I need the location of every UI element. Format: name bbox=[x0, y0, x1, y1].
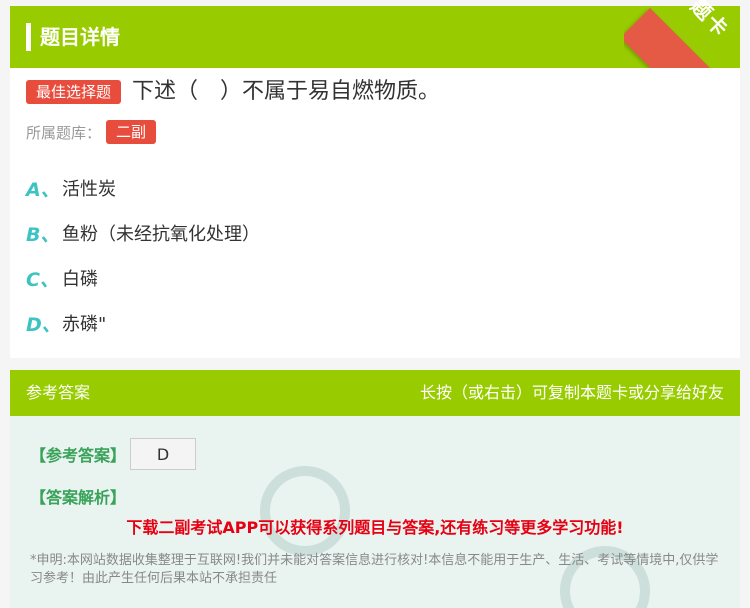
question-stem: 下述（ ）不属于易自燃物质。 bbox=[132, 79, 441, 104]
page-title: 题目详情 bbox=[40, 25, 120, 49]
option-letter: D、 bbox=[26, 313, 61, 336]
option-text: 鱼粉（未经抗氧化处理） bbox=[62, 224, 260, 245]
question-type-badge: 最佳选择题 bbox=[26, 80, 122, 104]
option-text: 白磷 bbox=[62, 269, 98, 290]
reference-answer-label: 【参考答案】 bbox=[30, 446, 127, 465]
app-download-link[interactable]: 下载二副考试APP可以获得系列题目与答案,还有练习等更多学习功能! bbox=[10, 514, 740, 538]
question-card: 最佳选择题 下述（ ）不属于易自燃物质。 所属题库： 二副 A、 活性炭 B、 … bbox=[10, 68, 740, 358]
watermark-logo-icon bbox=[260, 466, 350, 556]
option-b[interactable]: B、 鱼粉（未经抗氧化处理） bbox=[26, 218, 260, 248]
bank-tag[interactable]: 二副 bbox=[106, 120, 157, 144]
answer-bar-title: 参考答案 bbox=[26, 383, 91, 402]
share-tip: 长按（或右击）可复制本题卡或分享给好友 bbox=[419, 383, 724, 402]
option-d[interactable]: D、 赤磷" bbox=[26, 308, 106, 338]
option-text: 赤磷" bbox=[62, 314, 107, 335]
ribbon-label: 题卡 bbox=[685, 0, 735, 43]
disclaimer: *申明:本网站数据收集整理于互联网!我们并未能对答案信息进行核对!本信息不能用于… bbox=[30, 553, 719, 586]
analysis-label: 【答案解析】 bbox=[30, 488, 127, 507]
option-letter: B、 bbox=[26, 223, 60, 246]
bank-label: 所属题库： bbox=[26, 124, 102, 142]
answer-bar: 参考答案 长按（或右击）可复制本题卡或分享给好友 bbox=[10, 370, 740, 416]
option-letter: A、 bbox=[26, 178, 60, 201]
reference-answer-value: D bbox=[130, 438, 196, 470]
answer-body: 【参考答案】 D 【答案解析】 下载二副考试APP可以获得系列题目与答案,还有练… bbox=[10, 416, 740, 608]
header-accent-bar bbox=[26, 23, 31, 51]
option-a[interactable]: A、 活性炭 bbox=[26, 173, 116, 203]
option-letter: C、 bbox=[26, 268, 59, 291]
option-text: 活性炭 bbox=[62, 179, 116, 200]
option-c[interactable]: C、 白磷 bbox=[26, 263, 98, 293]
